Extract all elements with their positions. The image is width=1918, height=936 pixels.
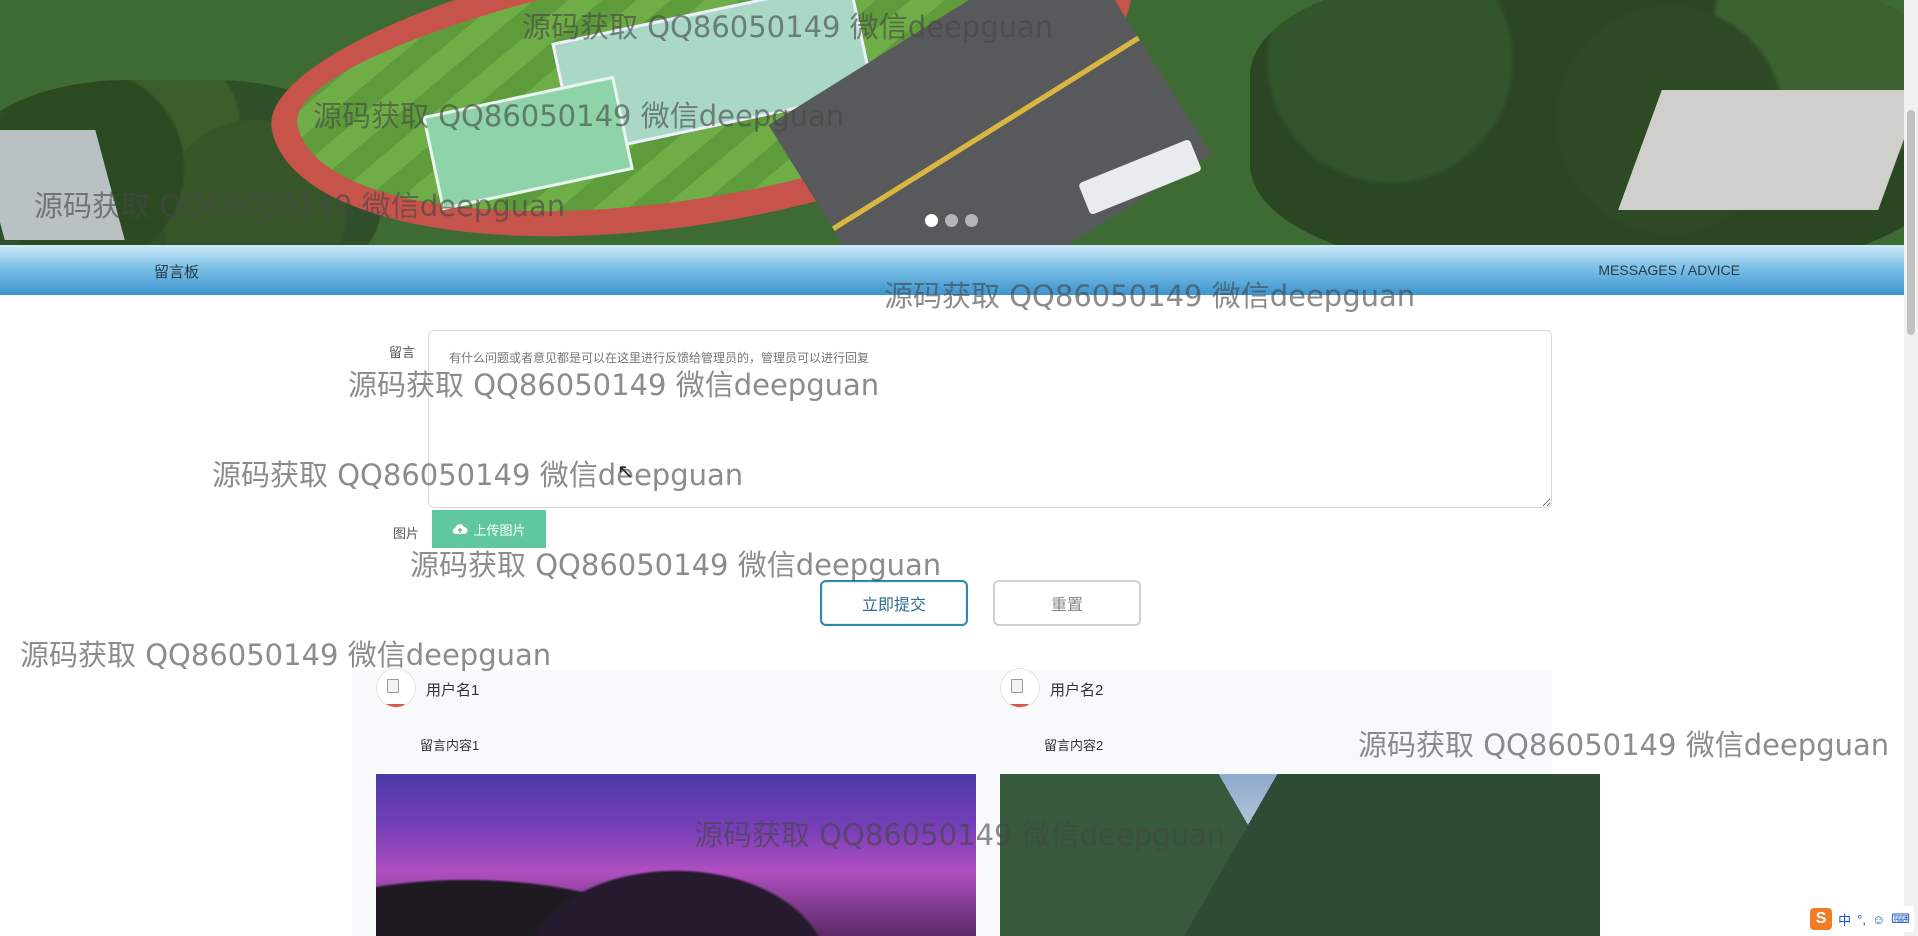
message-content: 留言内容1 [420, 738, 480, 753]
carousel-indicators [925, 214, 978, 227]
message-username: 用户名2 [1050, 682, 1104, 699]
message-content: 留言内容2 [1044, 738, 1104, 753]
ime-language-toggle[interactable]: 中 [1838, 910, 1851, 929]
section-title: 留言板 [154, 264, 200, 281]
mouse-cursor-icon: ↖ [617, 461, 634, 483]
sogou-logo-icon[interactable]: S [1810, 908, 1833, 930]
message-image [1000, 774, 1600, 936]
hero-carousel[interactable] [0, 0, 1904, 245]
carousel-dot-3[interactable] [965, 214, 978, 227]
message-image [376, 774, 976, 936]
submit-button[interactable]: 立即提交 [820, 580, 968, 626]
upload-button-label: 上传图片 [473, 522, 526, 538]
message-label: 留言 [389, 345, 416, 360]
reset-button[interactable]: 重置 [993, 580, 1141, 626]
section-header: 留言板 MESSAGES / ADVICE [0, 245, 1904, 295]
banner-image-building-right [1618, 90, 1904, 210]
ime-emoji-icon[interactable]: ☺ [1872, 912, 1885, 927]
message-card[interactable]: 用户名1 留言内容1 [352, 664, 976, 936]
message-username: 用户名1 [426, 682, 480, 699]
upload-image-button[interactable]: 上传图片 [432, 510, 546, 548]
keyboard-icon[interactable]: ⌨ [1891, 911, 1910, 927]
watermark: 源码获取 QQ86050149 微信deepguan [410, 548, 942, 582]
scrollbar-thumb[interactable] [1907, 110, 1915, 335]
ime-punctuation-toggle[interactable]: °, [1857, 912, 1866, 927]
ime-toolbar[interactable]: S 中 °, ☺ ⌨ [1806, 906, 1914, 932]
image-label: 图片 [393, 526, 420, 541]
avatar [376, 668, 416, 708]
avatar [1000, 668, 1040, 708]
message-textarea[interactable] [428, 330, 1552, 508]
carousel-dot-2[interactable] [945, 214, 958, 227]
cloud-upload-icon [453, 524, 468, 535]
page-scrollbar[interactable] [1904, 0, 1918, 936]
carousel-dot-1[interactable] [925, 214, 938, 227]
section-subtitle: MESSAGES / ADVICE [1598, 262, 1740, 278]
message-card[interactable]: 用户名2 留言内容2 [976, 664, 1600, 936]
